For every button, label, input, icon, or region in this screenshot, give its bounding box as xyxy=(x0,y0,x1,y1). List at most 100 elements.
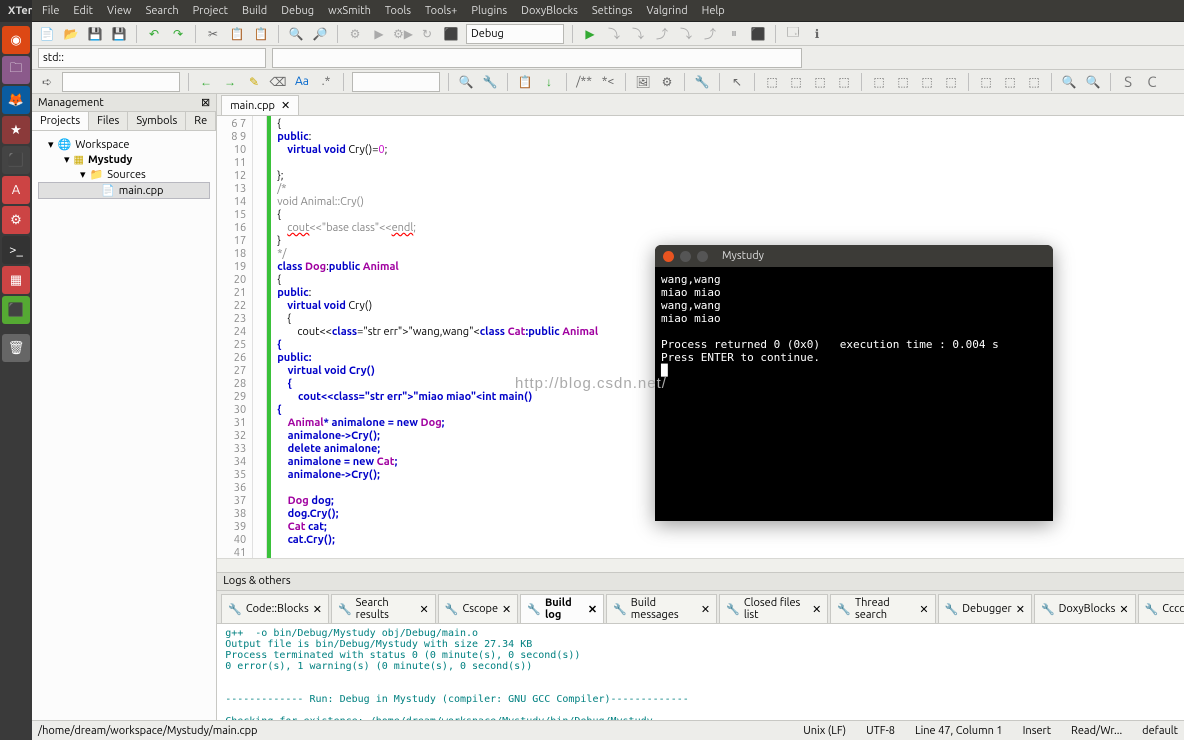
buildrun-icon[interactable]: ⚙▶ xyxy=(394,25,412,43)
c-icon[interactable]: C xyxy=(1143,73,1161,91)
saveall-icon[interactable]: 💾 xyxy=(110,25,128,43)
menu-project[interactable]: Project xyxy=(193,5,228,17)
log-tab[interactable]: 🔧Thread search✕ xyxy=(830,594,935,623)
tool-icon[interactable]: ⬚ xyxy=(1025,73,1043,91)
menu-plugins[interactable]: Plugins xyxy=(471,5,507,17)
app-icon[interactable]: ⚙ xyxy=(2,206,30,234)
run-icon[interactable]: ▶ xyxy=(370,25,388,43)
tool-icon[interactable]: ⬚ xyxy=(942,73,960,91)
close-icon[interactable]: ✕ xyxy=(588,603,597,616)
terminal-icon[interactable]: >_ xyxy=(2,236,30,264)
new-icon[interactable]: 📄 xyxy=(38,25,56,43)
menu-search[interactable]: Search xyxy=(146,5,179,17)
replace-icon[interactable]: 🔎 xyxy=(311,25,329,43)
terminal-titlebar[interactable]: Mystudy xyxy=(655,245,1053,267)
comment-icon[interactable]: *< xyxy=(599,73,617,91)
debug-step-icon[interactable]: ⤵ xyxy=(629,25,647,43)
tool-icon[interactable]: 📋 xyxy=(516,73,534,91)
comment-icon[interactable]: /** xyxy=(575,73,593,91)
minimize-icon[interactable] xyxy=(680,251,691,262)
app-icon[interactable]: A xyxy=(2,176,30,204)
debug-step-icon[interactable]: ⤴ xyxy=(701,25,719,43)
log-tab[interactable]: 🔧Build log✕ xyxy=(520,594,604,623)
tree-project[interactable]: ▾ ▦ Mystudy xyxy=(38,152,210,167)
log-tab[interactable]: 🔧Cscope✕ xyxy=(438,594,518,623)
terminal-window[interactable]: Mystudy wang,wang miao miao wang,wang mi… xyxy=(655,245,1053,521)
case-icon[interactable]: Aa xyxy=(293,73,311,91)
scope-combo[interactable]: std:: xyxy=(38,48,266,68)
tool-icon[interactable]: ⬚ xyxy=(763,73,781,91)
tool-icon[interactable]: ⬚ xyxy=(977,73,995,91)
close-icon[interactable]: ✕ xyxy=(812,603,821,616)
tab-symbols[interactable]: Symbols xyxy=(128,112,186,130)
build-target-combo[interactable]: Debug xyxy=(466,24,564,44)
debug-run-icon[interactable]: ▶ xyxy=(581,25,599,43)
tree-folder[interactable]: ▾ 📁 Sources xyxy=(38,167,210,182)
tool-icon[interactable]: 🔧 xyxy=(481,73,499,91)
close-icon[interactable]: ✕ xyxy=(502,603,511,616)
debug-step-icon[interactable]: ⤵ xyxy=(677,25,695,43)
close-icon[interactable]: ✕ xyxy=(313,603,322,616)
tool-icon[interactable]: ⬚ xyxy=(787,73,805,91)
zoom-in-icon[interactable]: 🔍 xyxy=(1060,73,1078,91)
close-icon[interactable]: ✕ xyxy=(281,99,290,112)
close-icon[interactable]: ✕ xyxy=(1119,603,1128,616)
menu-file[interactable]: File xyxy=(42,5,59,17)
app-icon[interactable]: ⬛ xyxy=(2,296,30,324)
eraser-icon[interactable]: ⌫ xyxy=(269,73,287,91)
app-icon[interactable]: ★ xyxy=(2,116,30,144)
tab-resources[interactable]: Re xyxy=(186,112,216,130)
tree-file[interactable]: 📄 main.cpp xyxy=(38,182,210,199)
cursor-icon[interactable]: ↖ xyxy=(728,73,746,91)
tool-icon[interactable]: ⚙ xyxy=(658,73,676,91)
app-icon[interactable]: ⬛ xyxy=(2,146,30,174)
menu-help[interactable]: Help xyxy=(702,5,725,17)
debug-windows-icon[interactable]: 🗔 xyxy=(784,25,802,43)
close-icon[interactable]: ✕ xyxy=(1016,603,1025,616)
scrollbar-h[interactable] xyxy=(217,558,1184,572)
regex-icon[interactable]: .* xyxy=(317,73,335,91)
log-tab[interactable]: 🔧Search results✕ xyxy=(331,594,436,623)
menu-settings[interactable]: Settings xyxy=(592,5,633,17)
menu-valgrind[interactable]: Valgrind xyxy=(646,5,687,17)
tool-icon[interactable]: ⬚ xyxy=(894,73,912,91)
log-tab[interactable]: 🔧DoxyBlocks✕ xyxy=(1034,594,1136,623)
copy-icon[interactable]: 📋 xyxy=(228,25,246,43)
debug-step-icon[interactable]: ⤴ xyxy=(653,25,671,43)
menu-debug[interactable]: Debug xyxy=(281,5,314,17)
tool-icon[interactable]: ⬚ xyxy=(835,73,853,91)
log-tab[interactable]: 🔧Cccc✕ xyxy=(1138,594,1184,623)
back-icon[interactable]: ← xyxy=(197,73,215,91)
jump-combo[interactable] xyxy=(62,72,180,92)
tool-icon[interactable]: 🖼 xyxy=(634,73,652,91)
save-icon[interactable]: 💾 xyxy=(86,25,104,43)
debug-step-icon[interactable]: ⤵ xyxy=(605,25,623,43)
menu-doxyblocks[interactable]: DoxyBlocks xyxy=(521,5,578,17)
build-icon[interactable]: ⚙ xyxy=(346,25,364,43)
editor-tab[interactable]: main.cpp ✕ xyxy=(221,95,299,115)
trash-icon[interactable]: 🗑 xyxy=(2,334,30,362)
member-combo[interactable] xyxy=(272,48,802,68)
close-icon[interactable]: ✕ xyxy=(701,603,710,616)
tool-icon[interactable]: ⬚ xyxy=(811,73,829,91)
files-icon[interactable]: 🗀 xyxy=(2,56,30,84)
abort-icon[interactable]: ⬛ xyxy=(442,25,460,43)
search-combo[interactable] xyxy=(352,72,440,92)
close-icon[interactable] xyxy=(663,251,674,262)
tool-icon[interactable]: 🔧 xyxy=(693,73,711,91)
dash-icon[interactable]: ◉ xyxy=(2,26,30,54)
redo-icon[interactable]: ↷ xyxy=(169,25,187,43)
paste-icon[interactable]: 📋 xyxy=(252,25,270,43)
tree-workspace[interactable]: ▾ 🌐 Workspace xyxy=(38,137,210,152)
menu-build[interactable]: Build xyxy=(242,5,267,17)
firefox-icon[interactable]: 🦊 xyxy=(2,86,30,114)
close-icon[interactable]: ✕ xyxy=(919,603,928,616)
log-tab[interactable]: 🔧Closed files list✕ xyxy=(719,594,828,623)
menu-edit[interactable]: Edit xyxy=(73,5,93,17)
rebuild-icon[interactable]: ↻ xyxy=(418,25,436,43)
log-tab[interactable]: 🔧Code::Blocks✕ xyxy=(221,594,329,623)
zoom-out-icon[interactable]: 🔍 xyxy=(1084,73,1102,91)
highlight-icon[interactable]: ✎ xyxy=(245,73,263,91)
log-tab[interactable]: 🔧Build messages✕ xyxy=(606,594,717,623)
menu-toolsplus[interactable]: Tools+ xyxy=(425,5,457,17)
